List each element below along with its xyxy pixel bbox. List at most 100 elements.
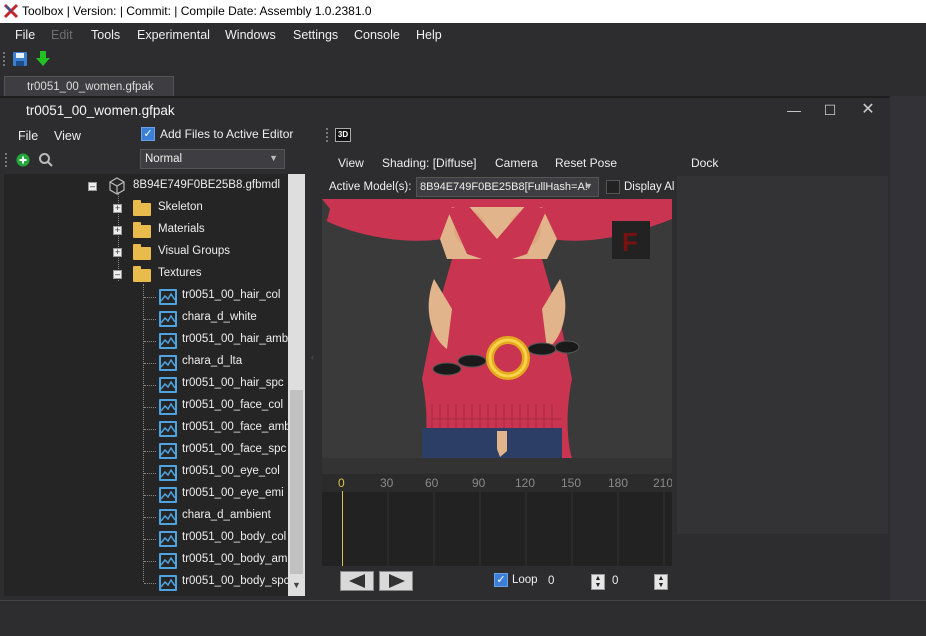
menu-console[interactable]: Console — [354, 28, 400, 42]
search-icon[interactable] — [38, 152, 54, 168]
tree-root-label: 8B94E749F0BE25B8.gfbmdl — [133, 179, 281, 191]
expand-icon[interactable]: + — [113, 204, 122, 213]
chevron-down-icon: ▼ — [269, 153, 278, 163]
save-icon[interactable] — [12, 51, 28, 67]
folder-icon — [133, 266, 151, 282]
menu-windows[interactable]: Windows — [225, 28, 276, 42]
add-files-checkbox[interactable]: ✓ — [141, 127, 155, 141]
timeline-tick: 120 — [515, 476, 536, 490]
download-arrow-icon[interactable] — [35, 50, 51, 68]
image-icon — [159, 509, 177, 525]
display-all-label: Display Al — [624, 181, 675, 193]
tree-item-label: chara_d_lta — [182, 355, 243, 367]
play-icon — [389, 574, 405, 588]
tree-item-label: chara_d_white — [182, 311, 257, 323]
expand-icon[interactable]: + — [113, 226, 122, 235]
tree-guide-line — [143, 284, 144, 582]
tree-scrollbar[interactable]: ▼ — [288, 174, 305, 596]
tree-menu-view[interactable]: View — [54, 129, 81, 143]
minimize-icon[interactable]: — — [784, 102, 804, 118]
timeline-tick: 90 — [472, 476, 486, 490]
collapse-icon[interactable]: – — [88, 182, 97, 191]
tree-item-label: tr0051_00_eye_emi — [182, 487, 284, 499]
folder-icon — [133, 244, 151, 260]
loop-checkbox[interactable]: ✓ — [494, 573, 508, 587]
timeline-playhead[interactable] — [342, 491, 343, 566]
menu-help[interactable]: Help — [416, 28, 442, 42]
tree-guide-line — [144, 583, 156, 584]
timeline-track[interactable] — [322, 492, 672, 566]
image-icon — [159, 355, 177, 371]
menu-tools[interactable]: Tools — [91, 28, 120, 42]
svg-text:F: F — [622, 227, 638, 257]
scrollbar-thumb[interactable] — [290, 390, 303, 574]
timeline-tick: 180 — [608, 476, 629, 490]
end-frame-value[interactable]: 0 — [612, 575, 618, 587]
timeline-tick: 150 — [561, 476, 582, 490]
close-icon[interactable]: ✕ — [858, 102, 878, 118]
toolbar-grip[interactable] — [3, 52, 5, 66]
mode-select[interactable]: Normal ▼ — [140, 149, 285, 169]
tree-guide-line — [144, 561, 156, 562]
tree-item-label: tr0051_00_hair_amb — [182, 333, 289, 345]
viewport-menu-view[interactable]: View — [338, 156, 364, 170]
image-icon — [159, 553, 177, 569]
timeline-tick: 60 — [425, 476, 439, 490]
tree-guide-line — [144, 451, 156, 452]
tree-item-label: tr0051_00_body_col — [182, 531, 287, 543]
tree-guide-line — [144, 539, 156, 540]
active-model-value: 8B94E749F0BE25B8[FullHash=A! — [420, 181, 588, 193]
chevron-down-icon: ▼ — [584, 181, 593, 191]
viewport-menu-shading[interactable]: Shading: [Diffuse] — [382, 156, 477, 170]
tree-item-label: tr0051_00_face_col — [182, 399, 284, 411]
tree-item-label: tr0051_00_eye_col — [182, 465, 280, 477]
frame-value[interactable]: 0 — [548, 575, 554, 587]
menu-file[interactable]: File — [15, 28, 35, 42]
right-gutter — [890, 96, 926, 600]
menu-settings[interactable]: Settings — [293, 28, 338, 42]
3d-view-icon[interactable]: 3D — [335, 128, 351, 142]
scroll-down-icon[interactable]: ▼ — [292, 580, 301, 590]
add-icon[interactable] — [16, 153, 30, 167]
loop-label: Loop — [512, 574, 538, 586]
previous-frame-button[interactable] — [340, 571, 374, 591]
tree-item-label: tr0051_00_body_spc — [182, 575, 290, 587]
timeline-tick: 0 — [338, 476, 345, 490]
menu-bar: File Edit Tools Experimental Windows Set… — [0, 23, 926, 47]
tree-toolbar-grip[interactable] — [5, 153, 7, 167]
play-button[interactable] — [379, 571, 413, 591]
menu-edit[interactable]: Edit — [51, 28, 73, 42]
menu-experimental[interactable]: Experimental — [137, 28, 210, 42]
editor-title: tr0051_00_women.gfpak — [26, 103, 175, 118]
model-cube-icon — [109, 177, 125, 195]
tree-guide-line — [144, 429, 156, 430]
3d-viewport[interactable]: F — [322, 199, 672, 458]
panel-splitter[interactable]: ‹ — [308, 124, 320, 596]
image-icon — [159, 465, 177, 481]
collapse-icon[interactable]: – — [113, 270, 122, 279]
active-model-select[interactable]: 8B94E749F0BE25B8[FullHash=A! ▼ — [416, 177, 599, 197]
expand-icon[interactable]: + — [113, 248, 122, 257]
image-icon — [159, 531, 177, 547]
tree-menu-file[interactable]: File — [18, 129, 38, 143]
tree-item-label: tr0051_00_hair_col — [182, 289, 281, 301]
rewind-icon — [349, 574, 365, 588]
tree-guide-line — [144, 517, 156, 518]
tree-guide-line — [144, 495, 156, 496]
viewport-menu-reset-pose[interactable]: Reset Pose — [555, 156, 617, 170]
tree-guide-line — [144, 319, 156, 320]
maximize-icon[interactable]: ☐ — [820, 102, 840, 118]
title-bar: Toolbox | Version: | Commit: | Compile D… — [0, 0, 926, 23]
add-files-label: Add Files to Active Editor — [160, 127, 294, 141]
display-all-checkbox[interactable] — [606, 180, 620, 194]
document-tab[interactable]: tr0051_00_women.gfpak — [4, 76, 174, 96]
tree-item-label: Visual Groups — [158, 245, 231, 257]
viewport-menu-camera[interactable]: Camera — [495, 156, 538, 170]
image-icon — [159, 487, 177, 503]
app-logo-icon — [3, 3, 19, 19]
tree-item-label: tr0051_00_face_spc — [182, 443, 287, 455]
frame-spinner[interactable]: ▲ ▼ — [591, 574, 605, 590]
end-frame-spinner[interactable]: ▲ ▼ — [654, 574, 668, 590]
viewport-grip[interactable] — [326, 128, 328, 142]
model-render: F — [322, 199, 672, 458]
